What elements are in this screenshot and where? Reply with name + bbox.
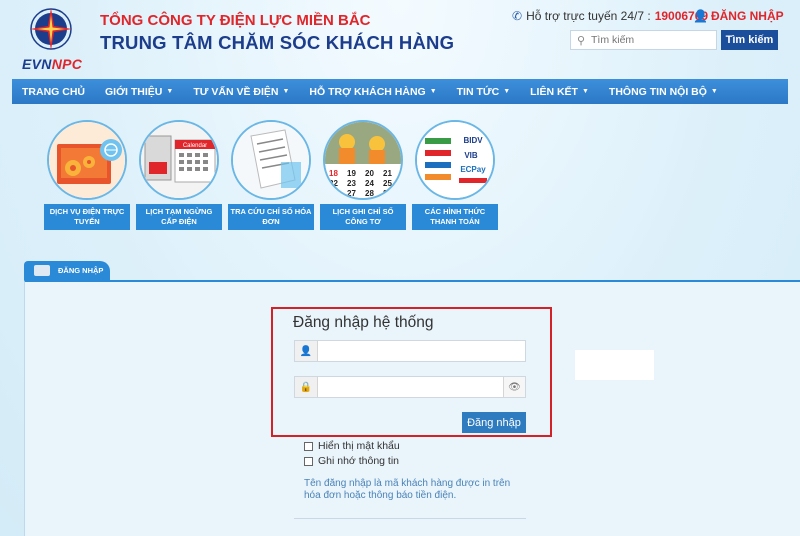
username-field: 👤	[294, 340, 526, 362]
nav-item-home[interactable]: TRANG CHỦ	[12, 79, 95, 104]
calendar-day: 23	[347, 179, 356, 188]
service-tile-outage[interactable]: Calendar LỊCH TẠM NGỪNG CẤP ĐIỆN	[136, 120, 222, 230]
caret-down-icon: ▼	[282, 88, 290, 95]
nav-item-news[interactable]: TIN TỨC ▼	[447, 79, 520, 104]
search-icon: ⚲	[576, 34, 586, 47]
remember-label: Ghi nhớ thông tin	[318, 455, 400, 467]
user-icon: 👤	[295, 341, 318, 361]
nav-item-internal[interactable]: THÔNG TIN NỘI BỘ ▼	[599, 79, 728, 104]
calendar-day: 18	[329, 169, 338, 178]
bank-name: ECPay	[460, 165, 486, 174]
service-tile-online[interactable]: DỊCH VỤ ĐIỆN TRỰC TUYẾN	[44, 120, 130, 230]
search-input[interactable]	[591, 34, 711, 46]
calendar-day: 21	[383, 169, 392, 178]
phone-icon: ✆	[512, 9, 523, 23]
card-icon	[34, 265, 50, 276]
star-logo-icon	[30, 8, 72, 50]
calendar-day: 22	[329, 179, 338, 188]
tab-login[interactable]: ĐĂNG NHẬP	[24, 261, 110, 280]
calendar-day: 19	[347, 169, 356, 178]
blank-panel	[575, 350, 654, 380]
service-label: LỊCH GHI CHỈ SỐ CÔNG TƠ	[320, 204, 406, 230]
service-tile-payment[interactable]: BIDV VIB ECPay CÁC HÌNH THỨC THANH TOÁN	[412, 120, 498, 230]
center-name: TRUNG TÂM CHĂM SÓC KHÁCH HÀNG	[100, 32, 455, 53]
search-box: ⚲	[570, 30, 717, 50]
calendar-day: 29	[383, 189, 392, 198]
calendar-word: Calendar	[183, 143, 207, 149]
logo-text: EVNNPC	[22, 56, 83, 72]
payment-methods-icon: BIDV VIB ECPay	[415, 120, 495, 200]
caret-down-icon: ▼	[710, 88, 718, 95]
checkbox[interactable]	[304, 456, 313, 466]
nav-item-about[interactable]: GIỚI THIỆU ▼	[95, 79, 183, 104]
service-label: CÁC HÌNH THỨC THANH TOÁN	[412, 204, 498, 230]
password-input[interactable]	[318, 377, 503, 397]
remember-checkbox[interactable]: Ghi nhớ thông tin	[304, 455, 399, 467]
checkbox[interactable]	[304, 441, 313, 451]
header-login-label: ĐĂNG NHẬP	[710, 9, 784, 23]
bank-name: BIDV	[463, 136, 483, 145]
invoice-lookup-icon	[231, 120, 311, 200]
login-submit-button[interactable]: Đăng nhập	[462, 412, 526, 433]
show-password-checkbox[interactable]: Hiển thị mật khẩu	[304, 440, 400, 452]
calendar-day: 26	[329, 189, 338, 198]
main-nav: TRANG CHỦ GIỚI THIỆU ▼ TƯ VẤN VỀ ĐIỆN ▼ HỖ…	[12, 79, 788, 104]
caret-down-icon: ▼	[429, 88, 437, 95]
lock-icon: 🔒	[295, 377, 318, 397]
nav-item-support[interactable]: HỖ TRỢ KHÁCH HÀNG ▼	[299, 79, 446, 104]
service-tile-meter[interactable]: 18 19 20 21 22 23 24 25 26 27 28 29 LỊCH GHI CHỈ …	[320, 120, 406, 230]
calendar-day: 20	[365, 169, 374, 178]
service-label: TRA CỨU CHỈ SỐ HÓA ĐƠN	[228, 204, 314, 230]
search-button[interactable]: Tìm kiếm	[721, 30, 778, 50]
calendar-day: 28	[365, 189, 374, 198]
outage-calendar-icon: Calendar	[139, 120, 219, 200]
username-input[interactable]	[318, 341, 525, 361]
nav-item-consulting[interactable]: TƯ VẤN VỀ ĐIỆN ▼	[183, 79, 299, 104]
login-form-title: Đăng nhập hệ thống	[293, 314, 434, 331]
user-icon: 👤	[693, 9, 708, 23]
online-service-icon	[47, 120, 127, 200]
password-field: 🔒 👁	[294, 376, 526, 398]
support-info: ✆ Hỗ trợ trực tuyến 24/7 : 19006769	[512, 9, 708, 23]
caret-down-icon: ▼	[166, 88, 174, 95]
calendar-day: 25	[383, 179, 392, 188]
nav-item-links[interactable]: LIÊN KẾT ▼	[520, 79, 599, 104]
meter-reading-calendar-icon: 18 19 20 21 22 23 24 25 26 27 28 29	[323, 120, 403, 200]
service-tile-invoice[interactable]: TRA CỨU CHỈ SỐ HÓA ĐƠN	[228, 120, 314, 230]
tab-login-label: ĐĂNG NHẬP	[58, 266, 104, 275]
evn-logo[interactable]: EVNNPC	[22, 6, 92, 72]
company-name: TỔNG CÔNG TY ĐIỆN LỰC MIỀN BẮC	[100, 12, 371, 29]
service-label: LỊCH TẠM NGỪNG CẤP ĐIỆN	[136, 204, 222, 230]
caret-down-icon: ▼	[581, 88, 589, 95]
caret-down-icon: ▼	[503, 88, 511, 95]
eye-icon[interactable]: 👁	[503, 377, 525, 397]
header-login-link[interactable]: 👤 ĐĂNG NHẬP	[693, 9, 784, 23]
service-label: DỊCH VỤ ĐIỆN TRỰC TUYẾN	[44, 204, 130, 230]
service-tiles: DỊCH VỤ ĐIỆN TRỰC TUYẾN Calendar LỊCH TẠ…	[40, 120, 510, 235]
show-password-label: Hiển thị mật khẩu	[318, 440, 400, 452]
calendar-day: 24	[365, 179, 374, 188]
support-label: Hỗ trợ trực tuyến 24/7 :	[526, 9, 651, 23]
divider	[294, 518, 526, 519]
calendar-day: 27	[347, 189, 356, 198]
bank-name: VIB	[464, 151, 478, 160]
login-hint: Tên đăng nhập là mã khách hàng được in t…	[304, 478, 511, 501]
